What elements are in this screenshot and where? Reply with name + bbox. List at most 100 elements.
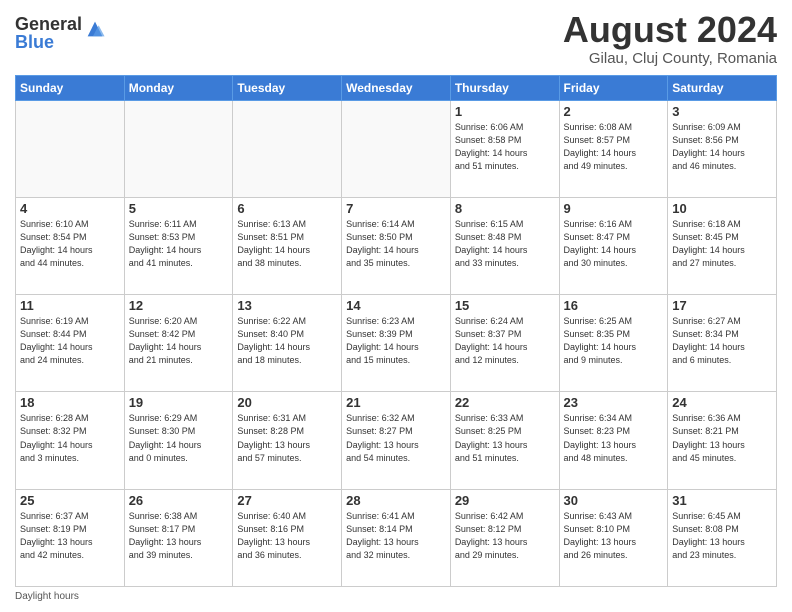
day-info: Sunrise: 6:43 AM Sunset: 8:10 PM Dayligh… — [564, 510, 664, 562]
calendar-week-row: 4 Sunrise: 6:10 AM Sunset: 8:54 PM Daylig… — [16, 197, 777, 294]
calendar-header-row: Sunday Monday Tuesday Wednesday Thursday… — [16, 75, 777, 100]
day-number: 13 — [237, 298, 337, 313]
day-info: Sunrise: 6:37 AM Sunset: 8:19 PM Dayligh… — [20, 510, 120, 562]
table-row: 4 Sunrise: 6:10 AM Sunset: 8:54 PM Daylig… — [16, 197, 125, 294]
day-info: Sunrise: 6:09 AM Sunset: 8:56 PM Dayligh… — [672, 121, 772, 173]
table-row: 22 Sunrise: 6:33 AM Sunset: 8:25 PM Dayli… — [450, 392, 559, 489]
day-info: Sunrise: 6:29 AM Sunset: 8:30 PM Dayligh… — [129, 412, 229, 464]
day-info: Sunrise: 6:22 AM Sunset: 8:40 PM Dayligh… — [237, 315, 337, 367]
day-info: Sunrise: 6:41 AM Sunset: 8:14 PM Dayligh… — [346, 510, 446, 562]
day-number: 20 — [237, 395, 337, 410]
day-number: 22 — [455, 395, 555, 410]
day-number: 15 — [455, 298, 555, 313]
table-row: 25 Sunrise: 6:37 AM Sunset: 8:19 PM Dayli… — [16, 489, 125, 586]
table-row: 29Sunrise: 6:42 AM Sunset: 8:12 PM Dayli… — [450, 489, 559, 586]
day-number: 26 — [129, 493, 229, 508]
day-info: Sunrise: 6:20 AM Sunset: 8:42 PM Dayligh… — [129, 315, 229, 367]
day-number: 6 — [237, 201, 337, 216]
day-info: Sunrise: 6:34 AM Sunset: 8:23 PM Dayligh… — [564, 412, 664, 464]
logo-general: General — [15, 15, 82, 33]
logo-blue: Blue — [15, 33, 82, 51]
day-info: Sunrise: 6:27 AM Sunset: 8:34 PM Dayligh… — [672, 315, 772, 367]
table-row — [124, 100, 233, 197]
col-tuesday: Tuesday — [233, 75, 342, 100]
day-number: 3 — [672, 104, 772, 119]
day-number: 24 — [672, 395, 772, 410]
day-number: 19 — [129, 395, 229, 410]
day-info: Sunrise: 6:18 AM Sunset: 8:45 PM Dayligh… — [672, 218, 772, 270]
col-thursday: Thursday — [450, 75, 559, 100]
table-row: 5 Sunrise: 6:11 AM Sunset: 8:53 PM Daylig… — [124, 197, 233, 294]
day-number: 30 — [564, 493, 664, 508]
day-number: 8 — [455, 201, 555, 216]
day-info: Sunrise: 6:32 AM Sunset: 8:27 PM Dayligh… — [346, 412, 446, 464]
table-row: 30 Sunrise: 6:43 AM Sunset: 8:10 PM Dayli… — [559, 489, 668, 586]
day-info: Sunrise: 6:06 AM Sunset: 8:58 PM Dayligh… — [455, 121, 555, 173]
table-row: 31 Sunrise: 6:45 AM Sunset: 8:08 PM Dayli… — [668, 489, 777, 586]
day-info: Sunrise: 6:36 AM Sunset: 8:21 PM Dayligh… — [672, 412, 772, 464]
day-info: Sunrise: 6:11 AM Sunset: 8:53 PM Dayligh… — [129, 218, 229, 270]
day-info: Sunrise: 6:25 AM Sunset: 8:35 PM Dayligh… — [564, 315, 664, 367]
day-number: 14 — [346, 298, 446, 313]
table-row: 6 Sunrise: 6:13 AM Sunset: 8:51 PM Daylig… — [233, 197, 342, 294]
day-number: 25 — [20, 493, 120, 508]
header: General Blue August 2024 Gilau, Cluj Cou… — [15, 10, 777, 67]
table-row — [16, 100, 125, 197]
table-row: 26 Sunrise: 6:38 AM Sunset: 8:17 PM Dayli… — [124, 489, 233, 586]
table-row: 13 Sunrise: 6:22 AM Sunset: 8:40 PM Dayli… — [233, 295, 342, 392]
day-number: 23 — [564, 395, 664, 410]
logo-text: General Blue — [15, 15, 82, 51]
col-wednesday: Wednesday — [342, 75, 451, 100]
day-number: 7 — [346, 201, 446, 216]
day-number: 2 — [564, 104, 664, 119]
day-number: 18 — [20, 395, 120, 410]
table-row: 7 Sunrise: 6:14 AM Sunset: 8:50 PM Daylig… — [342, 197, 451, 294]
table-row: 19 Sunrise: 6:29 AM Sunset: 8:30 PM Dayli… — [124, 392, 233, 489]
day-info: Sunrise: 6:10 AM Sunset: 8:54 PM Dayligh… — [20, 218, 120, 270]
col-saturday: Saturday — [668, 75, 777, 100]
calendar-week-row: 25 Sunrise: 6:37 AM Sunset: 8:19 PM Dayli… — [16, 489, 777, 586]
title-section: August 2024 Gilau, Cluj County, Romania — [563, 10, 777, 67]
day-number: 21 — [346, 395, 446, 410]
calendar-week-row: 11Sunrise: 6:19 AM Sunset: 8:44 PM Dayli… — [16, 295, 777, 392]
table-row — [233, 100, 342, 197]
day-info: Sunrise: 6:33 AM Sunset: 8:25 PM Dayligh… — [455, 412, 555, 464]
day-info: Sunrise: 6:08 AM Sunset: 8:57 PM Dayligh… — [564, 121, 664, 173]
col-sunday: Sunday — [16, 75, 125, 100]
day-info: Sunrise: 6:13 AM Sunset: 8:51 PM Dayligh… — [237, 218, 337, 270]
day-info: Sunrise: 6:28 AM Sunset: 8:32 PM Dayligh… — [20, 412, 120, 464]
day-number: 29 — [455, 493, 555, 508]
day-info: Sunrise: 6:45 AM Sunset: 8:08 PM Dayligh… — [672, 510, 772, 562]
table-row: 24 Sunrise: 6:36 AM Sunset: 8:21 PM Dayli… — [668, 392, 777, 489]
table-row: 28Sunrise: 6:41 AM Sunset: 8:14 PM Dayli… — [342, 489, 451, 586]
day-number: 1 — [455, 104, 555, 119]
calendar-week-row: 18 Sunrise: 6:28 AM Sunset: 8:32 PM Dayli… — [16, 392, 777, 489]
table-row: 20Sunrise: 6:31 AM Sunset: 8:28 PM Dayli… — [233, 392, 342, 489]
day-number: 5 — [129, 201, 229, 216]
table-row: 11Sunrise: 6:19 AM Sunset: 8:44 PM Dayli… — [16, 295, 125, 392]
table-row: 3 Sunrise: 6:09 AM Sunset: 8:56 PM Daylig… — [668, 100, 777, 197]
day-info: Sunrise: 6:40 AM Sunset: 8:16 PM Dayligh… — [237, 510, 337, 562]
day-info: Sunrise: 6:15 AM Sunset: 8:48 PM Dayligh… — [455, 218, 555, 270]
day-number: 12 — [129, 298, 229, 313]
day-number: 27 — [237, 493, 337, 508]
day-info: Sunrise: 6:14 AM Sunset: 8:50 PM Dayligh… — [346, 218, 446, 270]
day-number: 16 — [564, 298, 664, 313]
table-row: 10Sunrise: 6:18 AM Sunset: 8:45 PM Dayli… — [668, 197, 777, 294]
table-row: 8 Sunrise: 6:15 AM Sunset: 8:48 PM Daylig… — [450, 197, 559, 294]
day-number: 11 — [20, 298, 120, 313]
day-info: Sunrise: 6:38 AM Sunset: 8:17 PM Dayligh… — [129, 510, 229, 562]
day-number: 31 — [672, 493, 772, 508]
day-number: 4 — [20, 201, 120, 216]
table-row: 12 Sunrise: 6:20 AM Sunset: 8:42 PM Dayli… — [124, 295, 233, 392]
logo: General Blue — [15, 15, 106, 51]
daylight-label: Daylight hours — [15, 591, 79, 602]
day-info: Sunrise: 6:24 AM Sunset: 8:37 PM Dayligh… — [455, 315, 555, 367]
table-row: 21 Sunrise: 6:32 AM Sunset: 8:27 PM Dayli… — [342, 392, 451, 489]
table-row: 18 Sunrise: 6:28 AM Sunset: 8:32 PM Dayli… — [16, 392, 125, 489]
table-row: 2 Sunrise: 6:08 AM Sunset: 8:57 PM Daylig… — [559, 100, 668, 197]
day-number: 17 — [672, 298, 772, 313]
table-row: 9Sunrise: 6:16 AM Sunset: 8:47 PM Daylig… — [559, 197, 668, 294]
table-row: 14Sunrise: 6:23 AM Sunset: 8:39 PM Dayli… — [342, 295, 451, 392]
day-number: 9 — [564, 201, 664, 216]
